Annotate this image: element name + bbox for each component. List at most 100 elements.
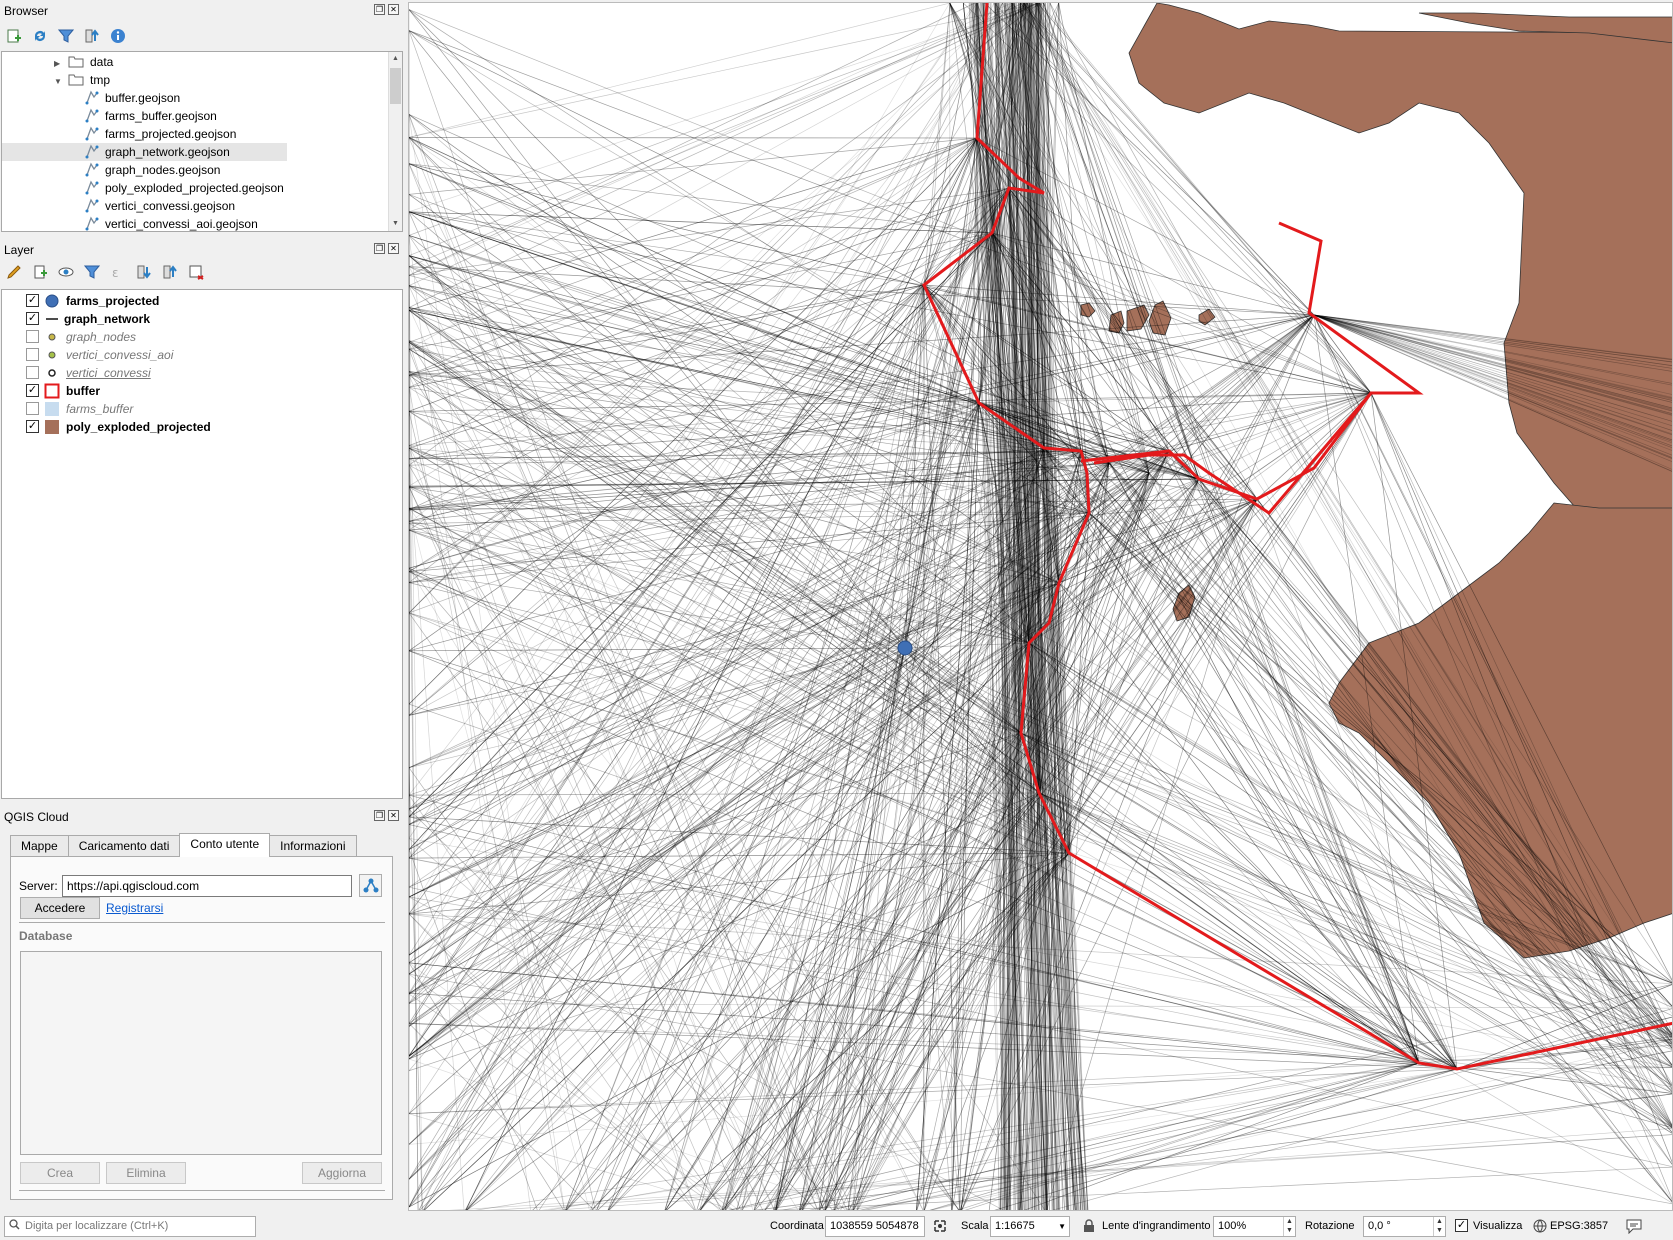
collapse-all-icon[interactable] <box>82 26 102 46</box>
browser-tree-item[interactable]: buffer.geojson <box>2 89 382 107</box>
browser-item-label: vertici_convessi_aoi.geojson <box>105 217 258 231</box>
layer-item[interactable]: vertici_convessi_aoi <box>2 346 392 364</box>
browser-tree-item[interactable]: ▼ tmp <box>2 71 382 89</box>
browser-tree-item[interactable]: vertici_convessi.geojson <box>2 197 382 215</box>
tab-informazioni[interactable]: Informazioni <box>269 835 357 857</box>
rotation-spinbox[interactable]: 0,0 ° ▲ ▼ <box>1363 1216 1446 1237</box>
render-checkbox[interactable]: ✓ <box>1455 1219 1468 1232</box>
browser-tree: ▲ ▼ ▶ data ▼ tmp buffer.geojson farms_buffer.… <box>1 51 403 232</box>
close-panel-icon[interactable]: ✕ <box>388 810 399 821</box>
coordinate-field[interactable]: 1038559 5054878 <box>825 1216 925 1237</box>
lock-scale-icon[interactable] <box>1083 1219 1095 1236</box>
browser-tree-item[interactable]: graph_nodes.geojson <box>2 161 382 179</box>
register-link[interactable]: Registrarsi <box>106 901 163 915</box>
layer-label: graph_network <box>64 312 151 326</box>
layer-item[interactable]: farms_buffer <box>2 400 392 418</box>
refresh-button[interactable]: Aggiorna <box>302 1162 382 1184</box>
collapse-all-icon[interactable] <box>160 262 180 282</box>
network-edge <box>409 3 1008 995</box>
browser-tree-item[interactable]: graph_network.geojson <box>2 143 287 161</box>
messages-icon[interactable] <box>1625 1218 1643 1237</box>
float-panel-icon[interactable]: ❐ <box>374 810 385 821</box>
layer-visibility-checkbox[interactable]: ✓ <box>26 420 39 433</box>
scroll-down-icon[interactable]: ▼ <box>389 217 402 231</box>
float-panel-icon[interactable]: ❐ <box>374 243 385 254</box>
tab-caricamento-dati[interactable]: Caricamento dati <box>67 835 181 857</box>
vector-file-icon <box>85 180 99 195</box>
style-brush-icon[interactable] <box>4 262 24 282</box>
polygon-symbol-icon <box>45 402 59 416</box>
extents-toggle-icon[interactable] <box>932 1218 948 1237</box>
network-edge <box>541 1036 1672 1210</box>
browser-tree-item[interactable]: farms_projected.geojson <box>2 125 382 143</box>
filter-icon[interactable] <box>56 26 76 46</box>
server-settings-button[interactable] <box>359 874 382 897</box>
expand-all-icon[interactable] <box>134 262 154 282</box>
layer-item[interactable]: ✓ farms_projected <box>2 292 392 310</box>
add-group-icon[interactable] <box>30 262 50 282</box>
server-label: Server: <box>19 879 58 893</box>
scroll-thumb[interactable] <box>390 68 401 104</box>
tab-conto-utente[interactable]: Conto utente <box>179 833 271 857</box>
vector-file-icon <box>85 144 99 159</box>
crs-button[interactable]: EPSG:3857 <box>1550 1218 1608 1234</box>
filter-legend-icon[interactable] <box>82 262 102 282</box>
layers-panel-title: Layer ❐ ✕ <box>0 239 403 261</box>
layer-item[interactable]: ✓ poly_exploded_projected <box>2 418 392 436</box>
layer-visibility-checkbox[interactable] <box>26 330 39 343</box>
layers-tree: ✓ farms_projected ✓ graph_network graph_node… <box>1 289 403 799</box>
spin-arrows-icon[interactable]: ▲ ▼ <box>1283 1217 1295 1236</box>
magnifier-spinbox[interactable]: 100% ▲ ▼ <box>1213 1216 1296 1237</box>
info-icon[interactable] <box>108 26 128 46</box>
browser-item-label: vertici_convessi.geojson <box>105 199 236 213</box>
network-edge <box>1049 3 1420 1064</box>
browser-tree-item[interactable]: ▶ data <box>2 53 382 71</box>
scale-label: Scala <box>961 1220 989 1232</box>
vector-file-icon <box>85 198 99 213</box>
scale-combobox[interactable]: 1:16675 ▼ <box>990 1216 1070 1237</box>
delete-button[interactable]: Elimina <box>106 1162 186 1184</box>
layer-visibility-checkbox[interactable]: ✓ <box>26 312 39 325</box>
network-edge <box>409 30 925 286</box>
visibility-eye-icon[interactable] <box>56 262 76 282</box>
browser-scrollbar[interactable]: ▲ ▼ <box>388 52 402 231</box>
close-panel-icon[interactable]: ✕ <box>388 243 399 254</box>
float-panel-icon[interactable]: ❐ <box>374 4 385 15</box>
network-edge <box>1043 3 1420 1064</box>
browser-tree-item[interactable]: poly_exploded_projected.geojson <box>2 179 382 197</box>
refresh-icon[interactable] <box>30 26 50 46</box>
folder-icon <box>68 56 84 68</box>
map-svg[interactable] <box>409 3 1673 1211</box>
map-canvas[interactable] <box>408 2 1673 1211</box>
layer-visibility-checkbox[interactable] <box>26 366 39 379</box>
server-input[interactable]: https://api.qgiscloud.com <box>62 875 352 897</box>
network-edge <box>409 448 696 1210</box>
close-panel-icon[interactable]: ✕ <box>388 4 399 15</box>
database-list[interactable] <box>20 951 382 1155</box>
layer-visibility-checkbox[interactable] <box>26 402 39 415</box>
tab-mappe[interactable]: Mappe <box>10 835 69 857</box>
layer-visibility-checkbox[interactable]: ✓ <box>26 384 39 397</box>
layer-item[interactable]: ✓ graph_network <box>2 310 392 328</box>
layer-visibility-checkbox[interactable] <box>26 348 39 361</box>
network-edge <box>409 3 1040 138</box>
create-button[interactable]: Crea <box>20 1162 100 1184</box>
add-selected-layers-icon[interactable] <box>4 26 24 46</box>
locator-search-input[interactable]: Digita per localizzare (Ctrl+K) <box>4 1216 256 1237</box>
login-button[interactable]: Accedere <box>20 897 100 919</box>
layer-visibility-checkbox[interactable]: ✓ <box>26 294 39 307</box>
spin-arrows-icon[interactable]: ▲ ▼ <box>1433 1217 1445 1236</box>
browser-tree-item[interactable]: vertici_convessi_aoi.geojson <box>2 215 382 231</box>
status-bar: Digita per localizzare (Ctrl+K) Coordina… <box>0 1213 1673 1240</box>
globe-icon[interactable] <box>1533 1219 1547 1236</box>
chevron-down-icon[interactable]: ▼ <box>1058 1217 1066 1236</box>
layer-item[interactable]: ✓ buffer <box>2 382 392 400</box>
network-edge <box>409 3 1038 236</box>
scroll-up-icon[interactable]: ▲ <box>389 52 402 66</box>
remove-layer-icon[interactable] <box>186 262 206 282</box>
layer-item[interactable]: vertici_convessi <box>2 364 392 382</box>
vector-file-icon <box>85 90 99 105</box>
browser-tree-item[interactable]: farms_buffer.geojson <box>2 107 382 125</box>
network-edge <box>409 137 978 195</box>
layer-item[interactable]: graph_nodes <box>2 328 392 346</box>
